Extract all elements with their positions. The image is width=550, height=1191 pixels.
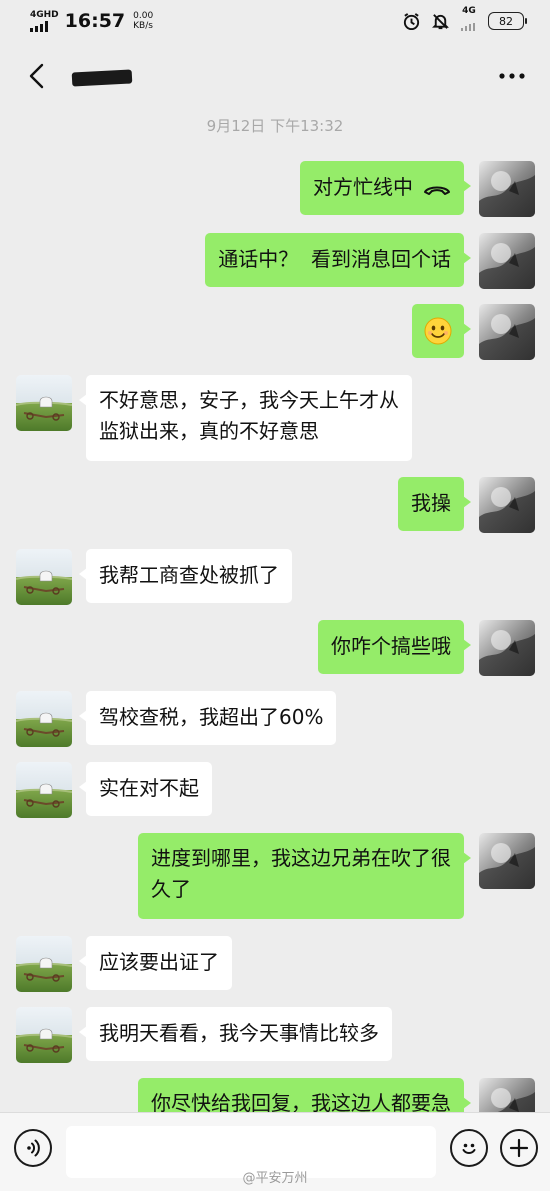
message-bubble-incoming[interactable]: 实在对不起 [79, 762, 212, 816]
contact-name [71, 64, 136, 88]
message-bubble-incoming[interactable]: 驾校查税，我超出了60% [78, 691, 337, 745]
plus-button[interactable] [500, 1129, 538, 1167]
message-bubble-incoming[interactable]: 我帮工商查处被抓了 [79, 549, 292, 603]
message-bubble-incoming[interactable]: 我明天看看，我今天事情比较多 [79, 1007, 392, 1061]
message-text: 通话中？ 看到消息回个话 [218, 247, 451, 271]
network-speed: 0.00 KB/s [133, 11, 153, 31]
message-text: 对方忙线中 [313, 175, 413, 199]
contact-avatar[interactable] [16, 936, 72, 992]
message-bubble-incoming[interactable]: 不好意思，安子，我今天上午才从 监狱出来，真的不好意思 [79, 375, 412, 461]
message-text: 不好意思，安子，我今天上午才从 监狱出来，真的不好意思 [99, 388, 399, 443]
contact-avatar[interactable] [16, 762, 72, 818]
voice-icon [27, 1139, 40, 1157]
weibo-watermark: @平安万州 [242, 1171, 308, 1186]
message-text: 实在对不起 [99, 776, 199, 800]
message-text: 我操 [411, 491, 451, 515]
message-bubble-outgoing[interactable] [412, 304, 471, 358]
my-avatar[interactable] [479, 477, 535, 533]
status-time: 16:57 [64, 10, 126, 32]
contact-avatar[interactable] [16, 375, 72, 431]
message-text: 应该要出证了 [99, 950, 219, 974]
my-avatar[interactable] [479, 620, 535, 676]
message-bubble-incoming[interactable]: 应该要出证了 [79, 936, 232, 990]
lte-icon: 4G [459, 7, 479, 31]
contact-avatar[interactable] [16, 1007, 72, 1063]
message-bubble-outgoing[interactable]: 对方忙线中 [300, 161, 471, 215]
hangup-phone-icon [424, 186, 450, 195]
more-dots-icon [499, 73, 525, 79]
message-bubble-outgoing[interactable]: 通话中？ 看到消息回个话 [205, 233, 471, 287]
message-bubble-outgoing[interactable]: 进度到哪里，我这边兄弟在吹了很 久了 [138, 833, 471, 919]
message-bubble-outgoing[interactable]: 你咋个搞些哦 [318, 620, 471, 674]
status-bar: 4GHD 16:57 0.00 KB/s 4G 82 [0, 0, 550, 42]
emoji-icon [462, 1143, 476, 1154]
my-avatar[interactable] [479, 833, 535, 889]
message-text: 我帮工商查处被抓了 [99, 563, 279, 587]
message-text: 你咋个搞些哦 [331, 634, 451, 658]
message-bubble-outgoing[interactable]: 我操 [398, 477, 471, 531]
more-options-button[interactable] [492, 56, 532, 96]
voice-button[interactable] [14, 1129, 52, 1167]
redacted-name-scribble [71, 68, 133, 87]
my-avatar[interactable] [479, 161, 535, 217]
lte-label: 4G [462, 6, 476, 16]
my-avatar[interactable] [479, 304, 535, 360]
chat-timestamp: 9月12日 下午13:32 [206, 117, 344, 135]
network-type: 4GHD [30, 9, 59, 20]
mute-bell-icon [430, 11, 450, 31]
speed-unit: KB/s [133, 21, 153, 31]
speed-value: 0.00 [133, 11, 154, 21]
my-avatar[interactable] [479, 233, 535, 289]
message-text: 我明天看看，我今天事情比较多 [99, 1021, 379, 1045]
smile-emoji-icon [424, 317, 452, 345]
back-button[interactable] [18, 56, 54, 96]
alarm-icon [401, 11, 421, 31]
message-text: 驾校查税，我超出了60% [99, 705, 324, 729]
plus-icon [509, 1138, 529, 1158]
chat-header [0, 42, 550, 110]
message-text: 进度到哪里，我这边兄弟在吹了很 久了 [151, 846, 451, 901]
chevron-left-icon [29, 63, 44, 89]
contact-avatar[interactable] [16, 691, 72, 747]
emoji-button[interactable] [450, 1129, 488, 1167]
battery-indicator: 82 [488, 12, 527, 30]
contact-avatar[interactable] [16, 549, 72, 605]
signal-icon: 4GHD [30, 9, 59, 32]
